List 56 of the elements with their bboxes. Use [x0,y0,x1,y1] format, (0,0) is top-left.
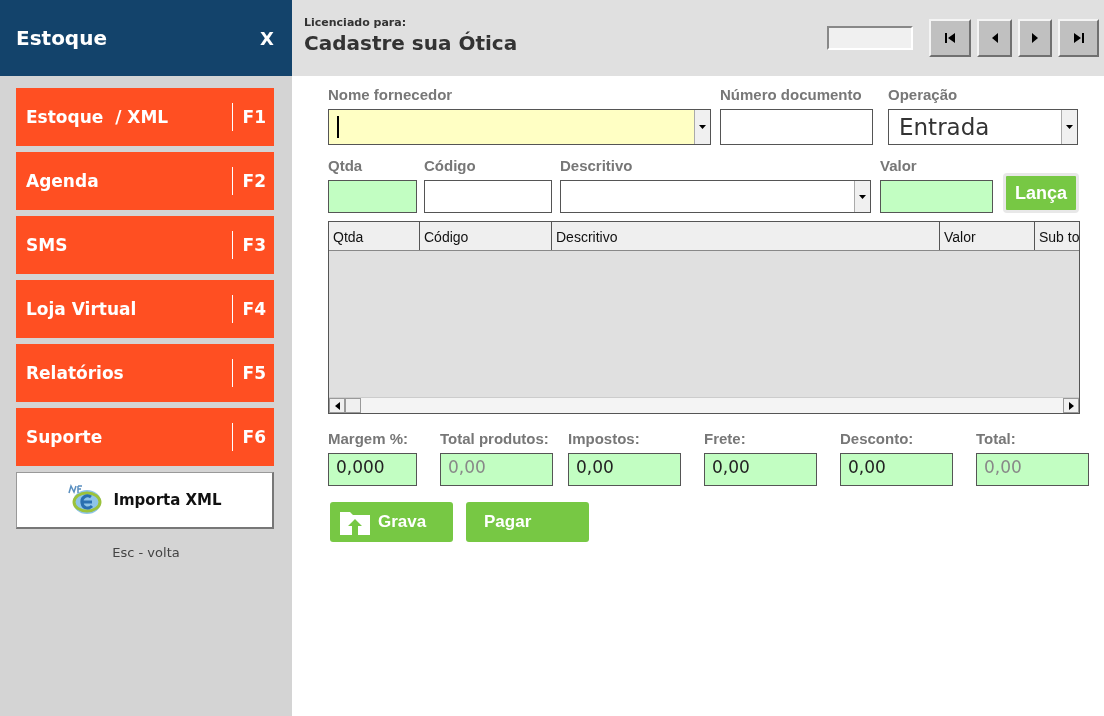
shortcut-key: F5 [231,359,266,387]
dropdown-field[interactable]: Entrada [888,109,1078,145]
field-value: Entrada [898,114,991,140]
column-header[interactable]: Código [420,222,552,250]
field-label: Valor [880,157,918,175]
import-xml-button[interactable]: Importa XML [16,472,274,529]
first-record-button[interactable] [929,19,971,57]
shortcut-key: F4 [231,295,266,323]
close-button[interactable]: X [260,27,274,49]
field-label: Número documento [720,86,863,104]
input-field[interactable]: 0,00 [840,453,953,486]
column-header[interactable]: Descritivo [552,222,940,250]
next-record-button[interactable] [1018,19,1052,57]
field-label: Operação [888,86,959,104]
dropdown-field[interactable] [328,109,711,145]
skip-back-icon [944,31,956,45]
column-header[interactable]: Sub to [1035,222,1079,250]
dropdown-field[interactable] [560,180,871,213]
field-label: Frete: [704,430,747,448]
field-label: Nome fornecedor [328,86,454,104]
field-label: Margem %: [328,430,410,448]
input-field[interactable] [720,109,873,145]
folder-upload-icon [340,509,370,535]
field-label: Desconto: [840,430,915,448]
last-record-button[interactable] [1058,19,1099,57]
field-label: Qtda [328,157,364,175]
field-label: Total: [976,430,1017,448]
skip-forward-icon [1072,31,1085,45]
scroll-left-icon[interactable] [334,401,340,410]
shortcut-key: F2 [231,167,266,195]
previous-record-button[interactable] [977,19,1012,57]
scroll-right-icon[interactable] [1068,401,1074,410]
keyboard-hint: Esc - volta [112,545,180,560]
field-label: Total produtos: [440,430,550,448]
input-field[interactable] [880,180,993,213]
column-header[interactable]: Qtda [329,222,420,250]
shortcut-key: F3 [231,231,266,259]
input-field[interactable]: 0,00 [704,453,817,486]
field-label: Código [424,157,477,175]
column-header[interactable]: Valor [940,222,1035,250]
text-cursor [337,116,339,138]
sidebar-title: Estoque [16,26,107,50]
input-field[interactable]: 0,00 [568,453,681,486]
field-label: Descritivo [560,157,634,175]
shortcut-key: F1 [231,103,266,131]
company-name: Cadastre sua Ótica [304,30,519,55]
horizontal-scrollbar[interactable] [329,397,1079,413]
shortcut-key: F6 [231,423,266,451]
scroll-thumb[interactable] [345,398,361,413]
field-label: Impostos: [568,430,641,448]
nfe-logo-icon [67,483,104,517]
input-field[interactable]: 0,000 [328,453,417,486]
record-field[interactable] [827,26,913,50]
licensed-label: Licenciado para: [304,15,408,29]
input-field[interactable] [328,180,417,213]
input-field[interactable] [424,180,552,213]
